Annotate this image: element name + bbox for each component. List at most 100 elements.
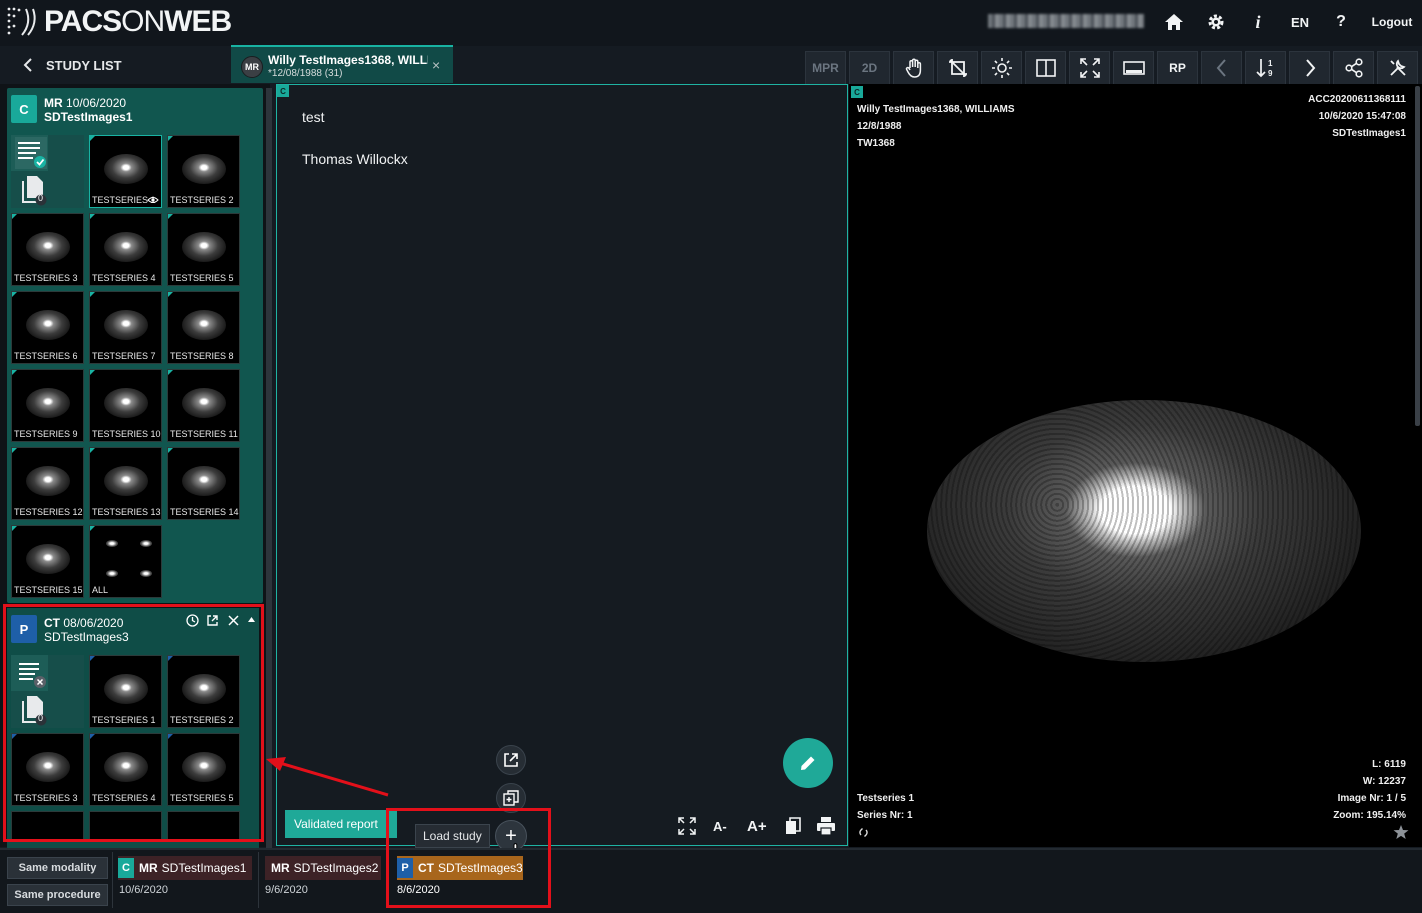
help-icon[interactable]: ? (1334, 10, 1348, 34)
font-larger-button[interactable]: A+ (747, 815, 767, 837)
window-level-button[interactable] (981, 51, 1022, 85)
series-preview-image (182, 388, 226, 418)
series-corner-marker (12, 292, 17, 297)
language-selector[interactable]: EN (1289, 10, 1311, 34)
print-button[interactable] (816, 815, 836, 837)
previous-button[interactable] (1201, 51, 1242, 85)
logo-text: PACSONWEB (44, 5, 232, 38)
study-status-badge: C (118, 858, 134, 878)
series-corner-marker (12, 370, 17, 375)
share-icon (1344, 58, 1363, 78)
series-label: TESTSERIES 10 (92, 429, 161, 439)
series-thumbnail[interactable]: TESTSERIES 1 (89, 135, 162, 208)
copy-icon (786, 817, 801, 834)
sort-button[interactable]: 19 (1245, 51, 1286, 85)
series-label: TESTSERIES 5 (170, 273, 234, 283)
report-fullscreen-button[interactable] (677, 815, 697, 837)
share-button[interactable] (1333, 51, 1374, 85)
series-thumbnail[interactable]: TESTSERIES 9 (11, 369, 84, 442)
mpr-button[interactable]: MPR (805, 51, 846, 85)
tools-button[interactable] (1377, 51, 1418, 85)
same-procedure-button[interactable]: Same procedure (7, 884, 108, 906)
series-preview-image (26, 232, 70, 262)
attachment-count: 0 (38, 193, 44, 203)
validated-report-button[interactable]: Validated report (285, 810, 397, 838)
printer-icon (817, 817, 835, 836)
series-thumbnail[interactable]: TESTSERIES 15 (11, 525, 84, 598)
report-text-line[interactable]: Thomas Willockx (302, 151, 408, 167)
overlay-toggle-button[interactable] (1113, 51, 1154, 85)
study-card-mr[interactable]: C MR 10/06/2020 SDTestImages1 0 TESTSERI… (7, 88, 263, 603)
fullscreen-button[interactable] (1069, 51, 1110, 85)
overlay-window-level: L: 6119 (1372, 759, 1406, 770)
rp-button[interactable]: RP (1157, 51, 1198, 85)
edit-report-button[interactable] (783, 738, 833, 788)
series-thumbnail[interactable]: TESTSERIES 10 (89, 369, 162, 442)
series-label: TESTSERIES 8 (170, 351, 234, 361)
study-list-back-link[interactable]: STUDY LIST (22, 54, 122, 76)
series-thumbnail[interactable]: TESTSERIES 8 (167, 291, 240, 364)
chevron-left-icon (23, 58, 32, 72)
tools-wrench-icon (1389, 59, 1406, 76)
related-study-item[interactable]: C MR SDTestImages1 10/6/2020 (118, 856, 254, 908)
series-thumbnail[interactable]: TESTSERIES 14 (167, 447, 240, 520)
series-preview-image (140, 540, 152, 547)
related-study-chip: C MR SDTestImages1 (118, 856, 252, 880)
patient-tab[interactable]: MR Willy TestImages1368, WILLIAMS *12/08… (231, 45, 453, 83)
series-preview-image (104, 388, 148, 418)
pacsonweb-logo[interactable]: PACSONWEB (6, 4, 232, 40)
patient-tab-dob: *12/08/1988 (31) (268, 68, 343, 79)
info-icon[interactable]: i (1251, 10, 1265, 34)
report-text-line[interactable]: test (302, 109, 325, 125)
series-thumbnail[interactable]: TESTSERIES 12 (11, 447, 84, 520)
font-smaller-button[interactable]: A- (713, 815, 727, 837)
image-viewer[interactable]: C Willy TestImages1368, WILLIAMS 12/8/19… (849, 84, 1422, 847)
chevron-right-icon (1305, 59, 1315, 77)
overlay-study: SDTestImages1 (1332, 128, 1406, 139)
logout-link[interactable]: Logout (1372, 10, 1413, 34)
study-status-badge: C (11, 95, 37, 123)
series-thumbnail[interactable]: TESTSERIES 13 (89, 447, 162, 520)
next-button[interactable] (1289, 51, 1330, 85)
2d-button[interactable]: 2D (849, 51, 890, 85)
series-thumbnail[interactable]: TESTSERIES 3 (11, 213, 84, 286)
home-icon[interactable] (1163, 10, 1185, 34)
series-preview-image (104, 310, 148, 340)
series-thumbnail[interactable]: TESTSERIES 11 (167, 369, 240, 442)
series-label: TESTSERIES 1 (92, 195, 156, 205)
series-all-thumbnail[interactable]: ALL (89, 525, 162, 598)
series-corner-marker (12, 526, 17, 531)
highlight-box-load-study (386, 808, 551, 908)
sync-link-icon[interactable] (857, 826, 870, 839)
layout-split-button[interactable] (1025, 51, 1066, 85)
series-corner-marker (90, 214, 95, 219)
series-corner-marker (90, 292, 95, 297)
overlay-patient-id: TW1368 (857, 138, 895, 149)
same-modality-button[interactable]: Same modality (7, 857, 108, 879)
series-thumbnail[interactable]: TESTSERIES 5 (167, 213, 240, 286)
split-view-icon (1035, 59, 1056, 77)
copy-add-icon (503, 790, 519, 806)
viewer-scrollbar[interactable] (1415, 86, 1420, 426)
report-doc-cell[interactable]: 0 (11, 135, 84, 208)
sidebar-scrollbar[interactable] (266, 88, 272, 848)
study-list-label: STUDY LIST (46, 57, 122, 73)
series-thumbnail[interactable]: TESTSERIES 2 (167, 135, 240, 208)
blurred-username (988, 14, 1144, 28)
crop-off-button[interactable] (937, 51, 978, 85)
star-icon[interactable] (1393, 824, 1409, 840)
series-thumbnail[interactable]: TESTSERIES 7 (89, 291, 162, 364)
series-thumbnail[interactable]: TESTSERIES 6 (11, 291, 84, 364)
study-name: SDTestImages1 (44, 110, 133, 124)
pan-hand-button[interactable] (893, 51, 934, 85)
close-tab-icon[interactable]: × (432, 57, 440, 73)
series-thumbnail[interactable]: TESTSERIES 4 (89, 213, 162, 286)
viewport-marker: C (851, 86, 863, 98)
series-preview-image (26, 388, 70, 418)
series-corner-marker (168, 370, 173, 375)
related-study-item[interactable]: MR SDTestImages2 9/6/2020 (265, 856, 383, 908)
open-report-external-button[interactable] (496, 745, 526, 775)
settings-gear-icon[interactable] (1205, 10, 1227, 34)
copy-button[interactable] (783, 815, 803, 837)
highlight-box-ct-study (3, 604, 264, 842)
